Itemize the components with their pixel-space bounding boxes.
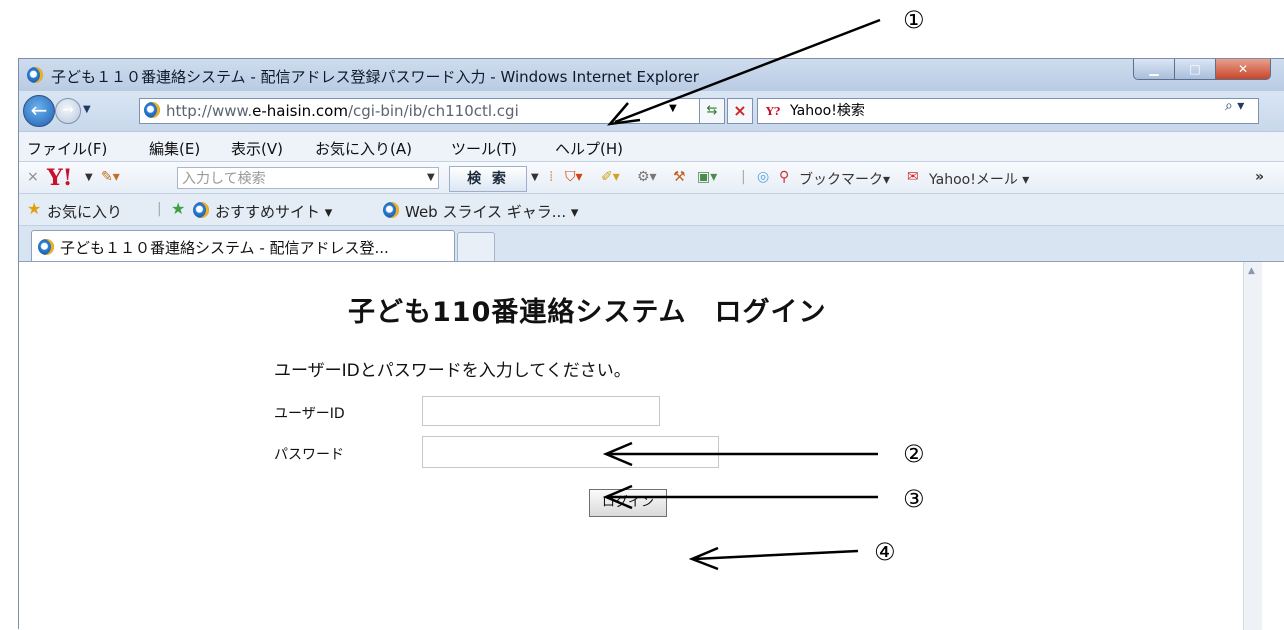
yahoo-search-button[interactable]: 検 索 [449,166,527,192]
scroll-up-arrow-icon[interactable]: ▲ [1248,266,1255,276]
stop-button[interactable]: × [727,98,753,124]
new-tab-button[interactable] [457,232,495,263]
window-title: 子ども１１０番連絡システム - 配信アドレス登録パスワード入力 - Window… [51,68,699,86]
toolbar-close-icon[interactable]: × [27,169,39,185]
favorites-bar: ★ お気に入り | ★ おすすめサイト ▾ Web スライス ギャラ... ▾ [19,193,1284,226]
refresh-button[interactable]: ⇆ [699,98,725,124]
suggested-sites-label: おすすめサイト [215,203,321,221]
forward-button[interactable]: → [55,98,81,124]
favbar-separator: | [157,201,162,217]
mail-icon[interactable]: ✉ [907,169,919,185]
address-dropdown-icon[interactable]: ▼ [669,103,677,114]
ie-logo-icon [27,67,43,83]
yahoo-logo-icon[interactable]: Y! [47,165,72,191]
menu-help[interactable]: ヘルプ(H) [555,138,623,159]
password-label: パスワード [274,447,344,463]
yahoo-search-input[interactable]: 入力して検索 [177,167,439,189]
page-icon [144,102,160,118]
tab-current[interactable]: 子ども１１０番連絡システム - 配信アドレス登... [31,230,455,263]
menu-edit[interactable]: 編集(E) [149,138,200,159]
web-slice-label: Web スライス ギャラ... [405,203,567,221]
menu-file[interactable]: ファイル(F) [27,138,107,159]
url-domain: e-haisin.com [252,102,348,120]
callout-2: ② [903,440,925,468]
pencil-icon[interactable]: ✎▾ [101,169,120,185]
close-button[interactable]: ✕ [1215,59,1271,80]
login-instruction: ユーザーIDとパスワードを入力してください。 [274,361,631,381]
url-path: /cgi-bin/ib/ch110ctl.cgi [347,102,519,120]
password-input[interactable] [422,436,719,468]
bookmark-menu[interactable]: ブックマーク▾ [799,169,890,189]
address-field[interactable]: http://www.e-haisin.com/cgi-bin/ib/ch110… [139,98,701,124]
marker-icon[interactable]: ✐▾ [601,169,620,185]
web-slice-gallery[interactable]: Web スライス ギャラ... ▾ [405,201,578,222]
tab-ie-icon [38,239,54,255]
highlight-icon[interactable]: ⁞ [549,169,553,185]
menu-favorites[interactable]: お気に入り(A) [315,138,412,159]
login-button[interactable]: ログイン [589,489,667,517]
suggested-sites[interactable]: おすすめサイト ▾ [215,201,332,222]
bookmark-icon[interactable]: ⚲ [779,169,789,185]
menu-bar: ファイル(F) 編集(E) 表示(V) お気に入り(A) ツール(T) ヘルプ(… [19,131,1284,162]
yahoo-mail-menu[interactable]: Yahoo!メール ▾ [929,169,1029,189]
callout-3: ③ [903,485,925,513]
menu-view[interactable]: 表示(V) [231,138,283,159]
title-bar[interactable]: 子ども１１０番連絡システム - 配信アドレス登録パスワード入力 - Window… [19,59,1284,91]
add-favorite-icon[interactable]: ★ [171,199,185,218]
search-magnifier-icon[interactable]: ⌕ ▾ [1225,98,1244,114]
menu-tools[interactable]: ツール(T) [451,138,517,159]
search-provider-label: Yahoo!検索 [790,103,865,119]
page-tool-icon[interactable]: ▣▾ [697,169,717,185]
search-provider-field[interactable]: Y? Yahoo!検索 [757,98,1259,124]
toolbar-overflow-icon[interactable]: » [1255,169,1264,185]
minimize-button[interactable]: ▁ [1133,59,1175,80]
vertical-scrollbar[interactable]: ▲ [1243,262,1262,630]
user-id-label: ユーザーID [274,406,345,422]
suggested-sites-icon [193,202,209,218]
toolbar-separator: | [741,169,746,185]
security-shield-icon[interactable]: ⛉▾ [565,169,583,185]
favorites-star-icon[interactable]: ★ [27,199,41,218]
url-prefix: http://www. [166,102,253,120]
callout-1: ① [903,6,925,34]
page-title: 子ども110番連絡システム ログイン [348,297,827,328]
yahoo-toolbar: × Y! ▼ ✎▾ 入力して検索 ▼ 検 索 ▼ ⁞ ⛉▾ ✐▾ ⚙▾ ⚒ ▣▾… [19,161,1284,194]
yahoo-mail-label: Yahoo!メール [929,172,1018,188]
search-options-dropdown-icon[interactable]: ▼ [531,172,539,183]
maximize-button[interactable]: □ [1174,59,1216,80]
translate-icon[interactable]: ⚙▾ [637,169,657,185]
tab-label: 子ども１１０番連絡システム - 配信アドレス登... [60,239,389,257]
back-button[interactable]: ← [23,95,55,127]
web-slice-icon [383,202,399,218]
favorites-button[interactable]: お気に入り [47,201,122,222]
address-toolbar: ← → ▼ http://www.e-haisin.com/cgi-bin/ib… [19,91,1284,131]
callout-4: ④ [874,538,896,566]
page-content: 子ども110番連絡システム ログイン ユーザーIDとパスワードを入力してください… [19,261,1284,630]
browser-window: 子ども１１０番連絡システム - 配信アドレス登録パスワード入力 - Window… [18,58,1284,630]
history-dropdown-icon[interactable]: ▼ [83,104,91,115]
tool-icon[interactable]: ⚒ [673,169,686,185]
yahoo-search-icon: Y? [766,105,784,119]
globe-icon[interactable]: ◎ [757,169,769,185]
yahoo-search-dropdown-icon[interactable]: ▼ [427,172,435,183]
tab-bar: 子ども１１０番連絡システム - 配信アドレス登... [19,225,1284,263]
user-id-input[interactable] [422,396,660,426]
yahoo-menu-dropdown-icon[interactable]: ▼ [85,172,93,183]
bookmark-label: ブックマーク [799,172,883,188]
